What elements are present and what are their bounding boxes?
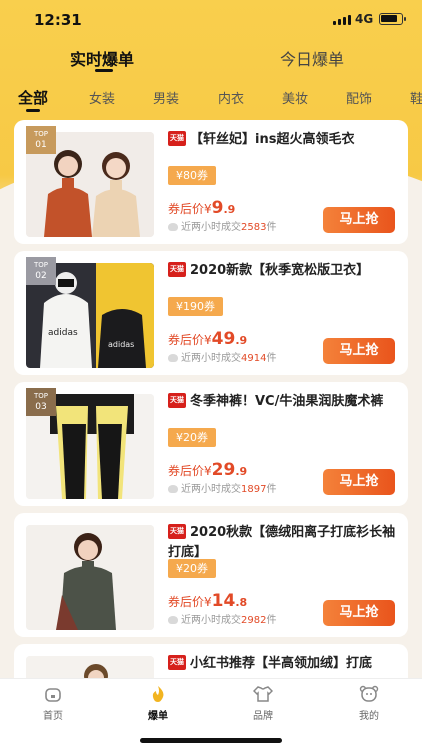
coupon-tag: ¥80券 bbox=[168, 166, 216, 185]
svg-text:adidas: adidas bbox=[108, 340, 134, 349]
tab-today[interactable]: 今日爆单 bbox=[280, 46, 344, 70]
home-icon bbox=[45, 688, 61, 702]
buy-button[interactable]: 马上抢 bbox=[323, 207, 395, 233]
product-card[interactable]: TOP 01 天猫 【轩丝妃】ins超火高领毛衣 ¥80券 券后价¥9.9 近两小时… bbox=[14, 120, 408, 244]
home-indicator bbox=[140, 738, 282, 743]
tmall-badge: 天猫 bbox=[168, 655, 186, 670]
tmall-badge: 天猫 bbox=[168, 393, 186, 408]
category-women[interactable]: 女装 bbox=[89, 88, 115, 107]
tab-label: 首页 bbox=[43, 711, 63, 722]
sold-count: 近两小时成交2982件 bbox=[168, 611, 276, 626]
price: 券后价¥14.8 bbox=[168, 591, 248, 611]
battery-icon bbox=[379, 13, 406, 25]
product-title[interactable]: 天猫 小红书推荐【半高领加绒】打底 bbox=[168, 654, 400, 674]
price: 券后价¥9.9 bbox=[168, 198, 236, 218]
tmall-badge: 天猫 bbox=[168, 131, 186, 146]
status-bar: 12:31 4G bbox=[0, 0, 422, 40]
svg-text:adidas: adidas bbox=[48, 328, 78, 338]
sold-count: 近两小时成交1897件 bbox=[168, 480, 276, 495]
tab-label: 我的 bbox=[359, 711, 379, 722]
sold-count: 近两小时成交4914件 bbox=[168, 349, 276, 364]
rank-badge: TOP 01 bbox=[26, 126, 56, 154]
shirt-icon bbox=[253, 686, 273, 702]
category-bar: 全部 女装 男装 内衣 美妆 配饰 鞋 bbox=[0, 82, 422, 114]
category-shoes[interactable]: 鞋 bbox=[410, 88, 422, 107]
category-indicator bbox=[26, 109, 40, 112]
rank-badge: TOP 03 bbox=[26, 388, 56, 416]
tab-label: 品牌 bbox=[253, 711, 273, 722]
bear-face-icon bbox=[359, 685, 379, 702]
product-card[interactable]: TOP 02 adidas adidas 天猫 2020新款【秋季宽松版卫衣】 ¥1… bbox=[14, 251, 408, 375]
signal-icon bbox=[333, 15, 351, 25]
tmall-badge: 天猫 bbox=[168, 262, 186, 277]
fire-icon bbox=[168, 354, 178, 362]
buy-button[interactable]: 马上抢 bbox=[323, 469, 395, 495]
tmall-badge: 天猫 bbox=[168, 524, 186, 539]
category-all[interactable]: 全部 bbox=[18, 87, 48, 108]
fire-icon bbox=[168, 616, 178, 624]
tab-profile[interactable]: 我的 bbox=[339, 685, 399, 722]
tab-realtime[interactable]: 实时爆单 bbox=[70, 46, 134, 70]
coupon-tag: ¥20券 bbox=[168, 428, 216, 447]
sold-count: 近两小时成交2583件 bbox=[168, 218, 276, 233]
product-card[interactable]: 天猫 2020秋款【德绒阳离子打底衫长袖打底】 ¥20券 券后价¥14.8 近两小… bbox=[14, 513, 408, 637]
coupon-tag: ¥190券 bbox=[168, 297, 223, 316]
price: 券后价¥49.9 bbox=[168, 329, 248, 349]
product-title[interactable]: 天猫 2020秋款【德绒阳离子打底衫长袖打底】 bbox=[168, 523, 400, 563]
top-tabs: 实时爆单 今日爆单 bbox=[0, 40, 422, 80]
tab-home[interactable]: 首页 bbox=[23, 685, 83, 722]
rank-badge: TOP 02 bbox=[26, 257, 56, 285]
tab-brand[interactable]: 品牌 bbox=[233, 685, 293, 722]
flame-icon bbox=[152, 686, 164, 702]
status-time: 12:31 bbox=[34, 11, 82, 29]
fire-icon bbox=[168, 485, 178, 493]
category-men[interactable]: 男装 bbox=[153, 88, 179, 107]
product-title[interactable]: 天猫 【轩丝妃】ins超火高领毛衣 bbox=[168, 130, 400, 150]
product-title[interactable]: 天猫 2020新款【秋季宽松版卫衣】 bbox=[168, 261, 400, 281]
coupon-tag: ¥20券 bbox=[168, 559, 216, 578]
buy-button[interactable]: 马上抢 bbox=[323, 338, 395, 364]
product-image[interactable] bbox=[26, 525, 154, 630]
buy-button[interactable]: 马上抢 bbox=[323, 600, 395, 626]
tab-hot[interactable]: 爆单 bbox=[128, 685, 188, 722]
product-card[interactable]: TOP 03 天猫 冬季神裤！VC/牛油果润肤魔术裤 ¥20券 券后价¥29.9 近… bbox=[14, 382, 408, 506]
price: 券后价¥29.9 bbox=[168, 460, 248, 480]
category-accessories[interactable]: 配饰 bbox=[346, 88, 372, 107]
tab-label: 爆单 bbox=[148, 711, 168, 722]
fire-icon bbox=[168, 223, 178, 231]
tab-indicator bbox=[95, 69, 113, 72]
category-makeup[interactable]: 美妆 bbox=[282, 88, 308, 107]
category-underwear[interactable]: 内衣 bbox=[218, 88, 244, 107]
product-title[interactable]: 天猫 冬季神裤！VC/牛油果润肤魔术裤 bbox=[168, 392, 400, 412]
network-label: 4G bbox=[355, 12, 374, 26]
